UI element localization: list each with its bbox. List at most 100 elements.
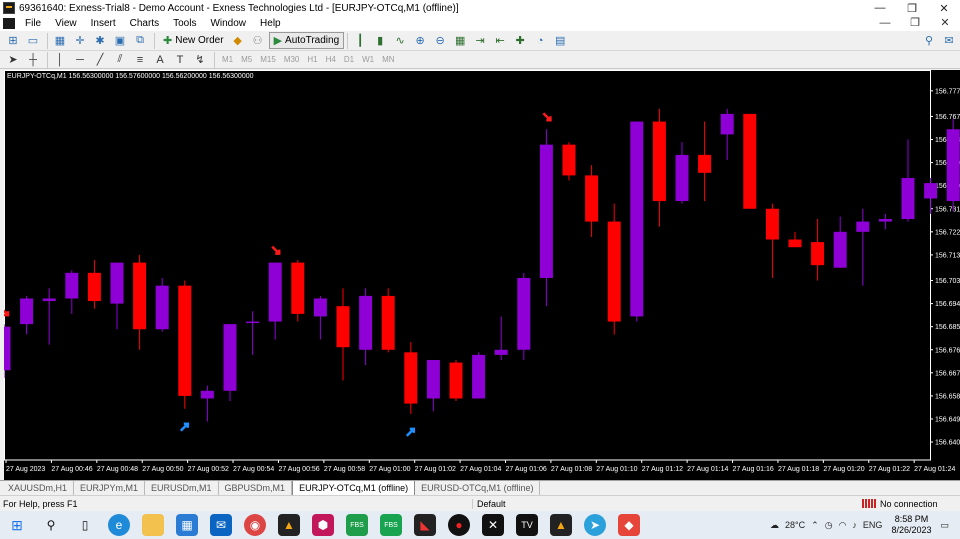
profiles-icon[interactable]: ▭ <box>24 32 42 50</box>
task-view-icon[interactable]: ▯ <box>74 514 96 536</box>
language-indicator[interactable]: ENG <box>863 520 883 530</box>
weather-icon[interactable]: ☁ <box>770 520 779 531</box>
timeframe-m15[interactable]: M15 <box>256 55 280 64</box>
file-explorer-icon[interactable] <box>142 514 164 536</box>
show-hidden-icons-icon[interactable]: ⌃ <box>811 520 819 531</box>
bullish-candle <box>720 113 734 135</box>
x-tick-label: 27 Aug 00:52 <box>188 466 229 473</box>
bearish-candle <box>381 295 395 350</box>
cursor-icon[interactable]: ➤ <box>4 51 22 69</box>
telegram-icon[interactable]: ➤ <box>584 514 606 536</box>
store-icon[interactable]: ▦ <box>176 514 198 536</box>
menu-tools[interactable]: Tools <box>166 16 203 31</box>
indicators-icon[interactable]: ✚ <box>511 32 529 50</box>
zoom-out-icon[interactable]: ⊖ <box>431 32 449 50</box>
notifications-icon[interactable]: ▭ <box>940 520 949 531</box>
label-icon[interactable]: T <box>171 51 189 69</box>
strategy-tester-icon[interactable]: ⧉ <box>131 32 149 50</box>
menu-view[interactable]: View <box>48 16 84 31</box>
data-window-icon[interactable]: ✛ <box>71 32 89 50</box>
bar-chart-icon[interactable]: ┃ <box>351 32 369 50</box>
price-chart[interactable]: 156.777156.767156.758156.749156.740156.7… <box>0 70 960 480</box>
fbs-icon[interactable]: FBS <box>346 514 368 536</box>
tab-eurjpy-otcq-m1[interactable]: EURJPY-OTCq,M1 (offline) <box>292 481 416 496</box>
menu-insert[interactable]: Insert <box>84 16 123 31</box>
timeframe-w1[interactable]: W1 <box>358 55 378 64</box>
timeframe-m5[interactable]: M5 <box>237 55 256 64</box>
tab-eurusdm-m1[interactable]: EURUSDm,M1 <box>145 481 219 495</box>
menu-help[interactable]: Help <box>253 16 288 31</box>
weather-temp[interactable]: 28°C <box>785 520 805 530</box>
candlestick-icon[interactable]: ▮ <box>371 32 389 50</box>
arrows-icon[interactable]: ↯ <box>191 51 209 69</box>
windows-start-icon[interactable]: ⊞ <box>6 514 28 536</box>
chart-window-icon <box>3 18 15 29</box>
timeframe-d1[interactable]: D1 <box>340 55 358 64</box>
periods-icon[interactable]: ◔ <box>531 32 549 50</box>
chart-minimize-button[interactable]: — <box>870 16 900 31</box>
chat-icon[interactable]: ✉ <box>940 32 958 50</box>
metatrader-icon[interactable]: ▲ <box>278 514 300 536</box>
crosshair-icon[interactable]: ┼ <box>24 51 42 69</box>
autotrading-button[interactable]: ▶ AutoTrading <box>268 32 345 49</box>
menu-window[interactable]: Window <box>203 16 253 31</box>
wifi-icon[interactable]: ◠ <box>839 520 847 531</box>
restore-button[interactable]: ❐ <box>896 0 928 16</box>
chart-close-button[interactable]: ✕ <box>930 16 960 31</box>
screen-recorder-icon[interactable]: ◣ <box>414 514 436 536</box>
sell-signal-arrow <box>542 112 552 122</box>
clock[interactable]: 8:58 PM 8/26/2023 <box>891 514 931 536</box>
chart-shift-icon[interactable]: ⇤ <box>491 32 509 50</box>
fbs-trader-icon[interactable]: FBS <box>380 514 402 536</box>
timeframe-h1[interactable]: H1 <box>303 55 321 64</box>
chrome-icon[interactable]: ◉ <box>244 514 266 536</box>
tradingview-icon[interactable]: TV <box>516 514 538 536</box>
channel-icon[interactable]: ⫽ <box>111 51 129 69</box>
signals-icon[interactable]: ⚇ <box>249 32 267 50</box>
window-title: 69361640: Exness-Trial8 - Demo Account -… <box>19 2 459 14</box>
chart-restore-button[interactable]: ❐ <box>900 16 930 31</box>
tile-windows-icon[interactable]: ▦ <box>451 32 469 50</box>
templates-icon[interactable]: ▤ <box>551 32 569 50</box>
timeframe-h4[interactable]: H4 <box>322 55 340 64</box>
edge-icon[interactable]: e <box>108 514 130 536</box>
tab-gbpusdm-m1[interactable]: GBPUSDm,M1 <box>219 481 293 495</box>
timeframe-mn[interactable]: MN <box>378 55 398 64</box>
text-icon[interactable]: A <box>151 51 169 69</box>
menu-file[interactable]: File <box>18 16 48 31</box>
app-icon[interactable]: ⬢ <box>312 514 334 536</box>
line-chart-icon[interactable]: ∿ <box>391 32 409 50</box>
fibonacci-icon[interactable]: ≡ <box>131 51 149 69</box>
auto-scroll-icon[interactable]: ⇥ <box>471 32 489 50</box>
chart-window[interactable]: 156.777156.767156.758156.749156.740156.7… <box>0 70 960 480</box>
mail-icon[interactable]: ✉ <box>210 514 232 536</box>
network-icon[interactable]: ◷ <box>825 520 833 531</box>
metaeditor-icon[interactable]: ◆ <box>229 32 247 50</box>
record-icon[interactable]: ● <box>448 514 470 536</box>
zoom-in-icon[interactable]: ⊕ <box>411 32 429 50</box>
close-button[interactable]: ✕ <box>928 0 960 16</box>
horizontal-line-icon[interactable]: ─ <box>71 51 89 69</box>
anydesk-icon[interactable]: ◆ <box>618 514 640 536</box>
tab-xauusdm-h1[interactable]: XAUUSDm,H1 <box>2 481 75 495</box>
market-watch-icon[interactable]: ▦ <box>51 32 69 50</box>
minimize-button[interactable]: — <box>864 0 896 16</box>
timeframe-m1[interactable]: M1 <box>218 55 237 64</box>
volume-icon[interactable]: ♪ <box>852 520 857 530</box>
menu-charts[interactable]: Charts <box>123 16 166 31</box>
new-chart-icon[interactable]: ⊞ <box>4 32 22 50</box>
mt5-icon[interactable]: ▲ <box>550 514 572 536</box>
capcut-icon[interactable]: ✕ <box>482 514 504 536</box>
new-order-button[interactable]: ✚ New Order <box>158 32 229 49</box>
bullish-candle <box>65 272 79 299</box>
navigator-icon[interactable]: ✱ <box>91 32 109 50</box>
search-icon[interactable]: ⚲ <box>40 514 62 536</box>
tab-eurusd-otcq-m1[interactable]: EURUSD-OTCq,M1 (offline) <box>415 481 541 495</box>
terminal-icon[interactable]: ▣ <box>111 32 129 50</box>
bullish-candle <box>472 354 486 399</box>
tab-eurjpym-m1[interactable]: EURJPYm,M1 <box>74 481 146 495</box>
vertical-line-icon[interactable]: │ <box>51 51 69 69</box>
timeframe-m30[interactable]: M30 <box>280 55 304 64</box>
search-icon[interactable]: ⚲ <box>920 32 938 50</box>
trendline-icon[interactable]: ╱ <box>91 51 109 69</box>
